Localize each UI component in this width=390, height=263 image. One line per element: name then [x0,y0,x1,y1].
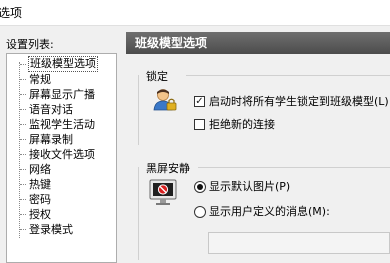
tree-item-label: 网络 [29,163,51,176]
tree-branch-line [20,169,26,170]
tree-connector-line [19,62,20,238]
lock-students-checkbox[interactable]: ✓ [194,96,205,107]
reject-connections-checkbox[interactable] [194,119,205,130]
tree-item-label: 屏幕录制 [29,133,73,146]
tree-branch-line [20,229,26,230]
tree-branch-line [20,94,26,95]
settings-tree[interactable]: 班级模型选项 常规屏幕显示广播 语音对话监视学生活动 屏幕录制接收文件选项 网络热键密码… [6,53,117,263]
tree-item-label: 密码 [29,193,51,206]
panel-header: 班级模型选项 [126,32,390,54]
blank-monitor-icon [149,179,177,205]
blackscreen-group-border [138,167,139,260]
tree-item-label: 屏幕显示广播 [29,88,95,101]
tree-branch-line [20,124,26,125]
reject-connections-label: 拒绝新的连接 [209,118,275,131]
lock-students-label: 启动时将所有学生锁定到班级模型(L) [209,95,389,108]
tree-item-label: 语音对话 [29,103,73,116]
user-lock-icon [153,89,177,111]
custom-message-radio[interactable] [194,206,206,218]
tree-item-label: 班级模型选项 [28,56,98,72]
default-image-radio[interactable] [194,181,206,193]
tree-item-label: 监视学生活动 [29,118,95,131]
tree-branch-line [20,64,26,65]
tree-item-label: 授权 [29,208,51,221]
panel-body: 锁定 ✓ 启动时将所有学生锁定到班级模型(L) 拒绝新的连接 黑屏安静 显示默认… [126,54,390,260]
tree-item-label: 热键 [29,178,51,191]
panel-title: 班级模型选项 [135,36,208,50]
tree-item-label: 常规 [29,73,51,86]
window-title: 选项 [0,6,23,20]
blackscreen-group-title: 黑屏安静 [146,162,190,175]
title-bar: 选项 [0,0,390,26]
lock-group-border [138,75,139,145]
tree-branch-line [20,79,26,80]
settings-list-label: 设置列表: [6,38,54,51]
tree-branch-line [20,154,26,155]
default-image-label: 显示默认图片(P) [209,180,291,193]
tree-item-label: 接收文件选项 [29,148,95,161]
lock-group-separator [186,75,390,76]
tree-branch-line [20,199,26,200]
blackscreen-group-separator [198,167,390,168]
custom-message-label: 显示用户定义的消息(M): [209,205,330,218]
tree-branch-line [20,214,26,215]
tree-branch-line [20,109,26,110]
tree-branch-line [20,139,26,140]
lock-group-title: 锁定 [146,70,168,83]
custom-message-input[interactable] [208,232,390,254]
tree-branch-line [20,184,26,185]
tree-item-label: 登录模式 [29,223,73,236]
